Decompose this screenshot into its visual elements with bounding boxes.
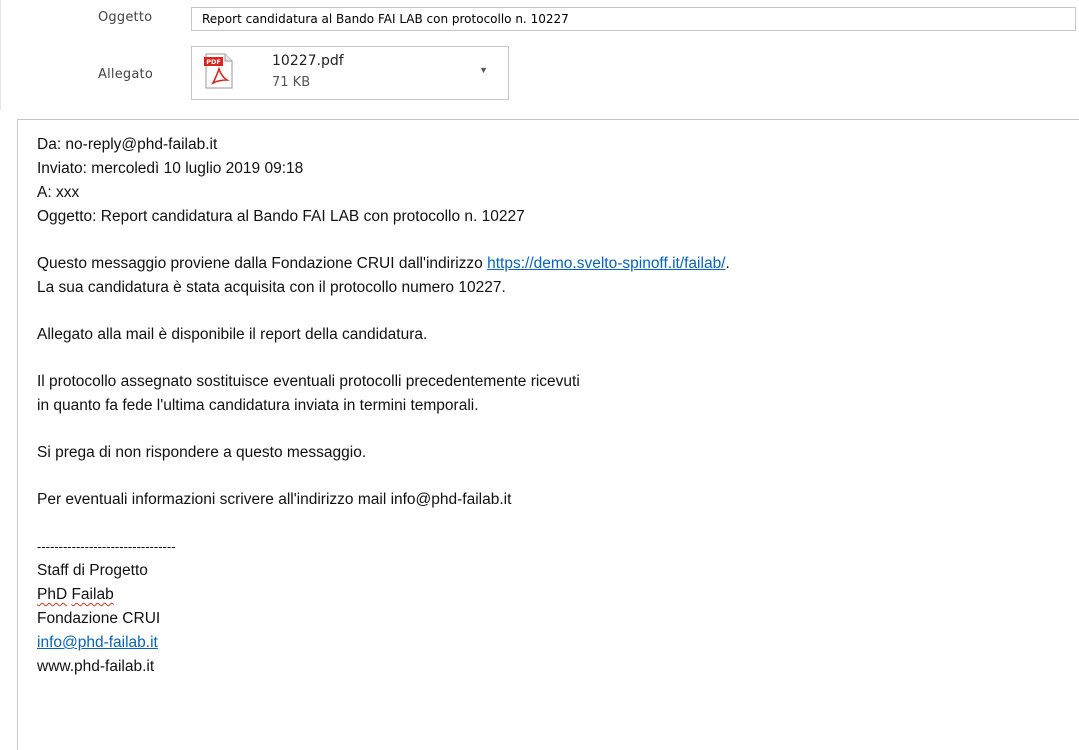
signature-email-link[interactable]: info@phd-failab.it [37, 634, 158, 651]
subject-field[interactable]: Report candidatura al Bando FAI LAB con … [191, 7, 1076, 31]
message-body[interactable]: Da: no-reply@phd-failab.it Inviato: merc… [37, 133, 1077, 679]
spellcheck-word-failab: Failab [71, 586, 114, 603]
subject-label: Oggetto [98, 10, 153, 25]
spellcheck-word-phd: PhD [37, 586, 68, 603]
pdf-badge-text: PDF [206, 58, 221, 66]
paragraph-protocol-note-1: Il protocollo assegnato sostituisce even… [37, 373, 580, 390]
attachment-size: 71 KB [272, 75, 311, 90]
window-edge [0, 0, 1, 110]
attachment-item[interactable]: PDF 10227.pdf 71 KB ▼ [191, 46, 509, 100]
signature-email: info@phd-failab.it [37, 631, 1077, 655]
signature-separator: -------------------------------- [37, 539, 176, 554]
chevron-down-icon[interactable]: ▼ [479, 65, 488, 75]
paragraph-no-reply: Si prega di non rispondere a questo mess… [37, 444, 367, 461]
attachment-label: Allegato [98, 67, 153, 82]
signature-organization: Fondazione CRUI [37, 610, 161, 627]
from-line: Da: no-reply@phd-failab.it [37, 136, 218, 153]
email-window: Oggetto Report candidatura al Bando FAI … [0, 0, 1079, 750]
to-line: A: xxx [37, 184, 80, 201]
signature-staff: Staff di Progetto [37, 562, 148, 579]
paragraph-protocol-note-2: in quanto fa fede l'ultima candidatura i… [37, 397, 479, 414]
signature-website: www.phd-failab.it [37, 658, 155, 675]
paragraph-source: Questo messaggio proviene dalla Fondazio… [37, 252, 1077, 276]
source-link[interactable]: https://demo.svelto-spinoff.it/failab/ [487, 255, 725, 272]
attachment-name: 10227.pdf [272, 53, 344, 69]
subject-line: Oggetto: Report candidatura al Bando FAI… [37, 208, 525, 225]
signature-project: PhD Failab [37, 583, 1077, 607]
pdf-file-icon: PDF [204, 53, 233, 89]
subject-value: Report candidatura al Bando FAI LAB con … [202, 12, 569, 26]
paragraph-attachment-info: Allegato alla mail è disponibile il repo… [37, 326, 428, 343]
paragraph-contact: Per eventuali informazioni scrivere all'… [37, 491, 512, 508]
paragraph-source-text: Questo messaggio proviene dalla Fondazio… [37, 255, 488, 272]
sent-line: Inviato: mercoledì 10 luglio 2019 09:18 [37, 160, 304, 177]
paragraph-source-end: . [725, 255, 730, 272]
paragraph-protocol: La sua candidatura è stata acquisita con… [37, 279, 506, 296]
